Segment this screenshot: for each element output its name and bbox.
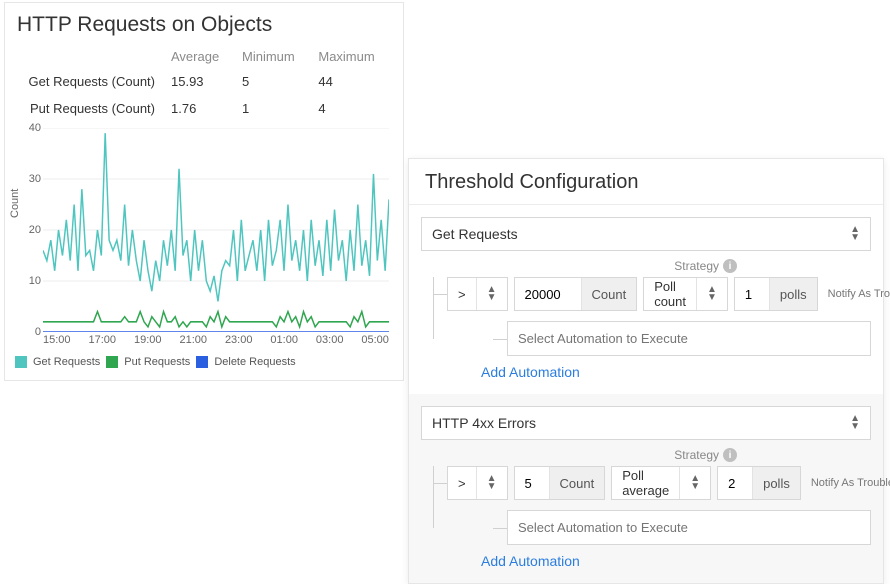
info-icon[interactable]: i	[723, 448, 737, 462]
threshold-value-input[interactable]	[525, 287, 571, 302]
stats-header-max: Maximum	[312, 45, 393, 68]
sort-arrows-icon: ▲▼	[707, 286, 717, 302]
threshold-section: HTTP 4xx Errors ▲▼ Strategy i > ▲▼ Count…	[409, 394, 883, 583]
threshold-value-input[interactable]	[525, 476, 539, 491]
metric-select-value: Get Requests	[432, 226, 518, 242]
legend-swatch	[15, 356, 27, 368]
operator-select[interactable]: > ▲▼	[447, 277, 508, 311]
row-avg: 1.76	[165, 95, 236, 122]
legend-swatch	[106, 356, 118, 368]
row-min: 5	[236, 68, 312, 95]
stats-header-blank	[15, 45, 165, 68]
strategy-select[interactable]: Poll average ▲▼	[611, 466, 711, 500]
info-icon[interactable]: i	[723, 259, 737, 273]
legend-label: Put Requests	[124, 356, 190, 368]
stats-header-avg: Average	[165, 45, 236, 68]
http-requests-card: HTTP Requests on Objects Average Minimum…	[4, 2, 404, 381]
strategy-label: Strategy	[674, 448, 719, 462]
stats-header-min: Minimum	[236, 45, 312, 68]
notify-label: Notify As Trouble	[807, 466, 890, 500]
sort-arrows-icon: ▲▼	[487, 286, 497, 302]
metric-select[interactable]: Get Requests ▲▼	[421, 217, 871, 251]
sort-arrows-icon: ▲▼	[850, 226, 860, 242]
strategy-value: Poll count	[654, 279, 686, 309]
value-input-group: Count	[514, 277, 638, 311]
y-axis-label: Count	[9, 189, 21, 218]
condition-tree: > ▲▼ Count Poll average ▲▼ polls Notify …	[421, 466, 871, 545]
card-title: HTTP Requests on Objects	[17, 13, 393, 37]
condition-row: > ▲▼ Count Poll count ▲▼ polls Notify As…	[447, 277, 871, 311]
strategy-select[interactable]: Poll count ▲▼	[643, 277, 728, 311]
table-row: Put Requests (Count) 1.76 1 4	[15, 95, 393, 122]
automation-row	[507, 321, 871, 356]
legend-label: Delete Requests	[214, 356, 295, 368]
strategy-label-row: Strategy i	[421, 259, 871, 273]
gt-label: >	[458, 287, 466, 302]
polls-unit-label: polls	[752, 467, 800, 499]
row-min: 1	[236, 95, 312, 122]
threshold-title: Threshold Configuration	[409, 159, 883, 205]
strategy-label-row: Strategy i	[421, 448, 871, 462]
row-max: 4	[312, 95, 393, 122]
sort-arrows-icon: ▲▼	[690, 475, 700, 491]
strategy-label: Strategy	[674, 259, 719, 273]
chart-legend: Get Requests Put Requests Delete Request…	[15, 356, 393, 368]
sort-arrows-icon: ▲▼	[487, 475, 497, 491]
value-input-group: Count	[514, 466, 606, 500]
add-automation-link[interactable]: Add Automation	[481, 364, 580, 380]
polls-input-group: polls	[717, 466, 801, 500]
polls-input[interactable]	[728, 476, 742, 491]
operator-select[interactable]: > ▲▼	[447, 466, 508, 500]
threshold-section: Get Requests ▲▼ Strategy i > ▲▼ Count Po…	[409, 205, 883, 394]
row-name: Get Requests (Count)	[15, 68, 165, 95]
gt-label: >	[458, 476, 466, 491]
chart-plot	[43, 128, 389, 332]
condition-row: > ▲▼ Count Poll average ▲▼ polls Notify …	[447, 466, 871, 500]
metric-select-value: HTTP 4xx Errors	[432, 415, 536, 431]
threshold-card: Threshold Configuration Get Requests ▲▼ …	[408, 158, 884, 584]
unit-label: Count	[549, 467, 605, 499]
legend-label: Get Requests	[33, 356, 100, 368]
y-tick-labels: 010203040	[21, 128, 41, 332]
metric-select[interactable]: HTTP 4xx Errors ▲▼	[421, 406, 871, 440]
notify-label: Notify As Trouble	[824, 277, 890, 311]
chart-area: Count 010203040 15:0017:0019:0021:0023:0…	[15, 128, 393, 348]
polls-input-group: polls	[734, 277, 818, 311]
stats-table: Average Minimum Maximum Get Requests (Co…	[15, 45, 393, 122]
row-max: 44	[312, 68, 393, 95]
row-avg: 15.93	[165, 68, 236, 95]
legend-swatch	[196, 356, 208, 368]
unit-label: Count	[581, 278, 637, 310]
polls-unit-label: polls	[769, 278, 817, 310]
strategy-value: Poll average	[622, 468, 669, 498]
row-name: Put Requests (Count)	[15, 95, 165, 122]
polls-input[interactable]	[745, 287, 759, 302]
automation-row	[507, 510, 871, 545]
x-tick-labels: 15:0017:0019:0021:0023:0001:0003:0005:00	[43, 334, 389, 348]
table-row: Get Requests (Count) 15.93 5 44	[15, 68, 393, 95]
condition-tree: > ▲▼ Count Poll count ▲▼ polls Notify As…	[421, 277, 871, 356]
automation-select[interactable]	[507, 321, 871, 356]
automation-select[interactable]	[507, 510, 871, 545]
sort-arrows-icon: ▲▼	[850, 415, 860, 431]
